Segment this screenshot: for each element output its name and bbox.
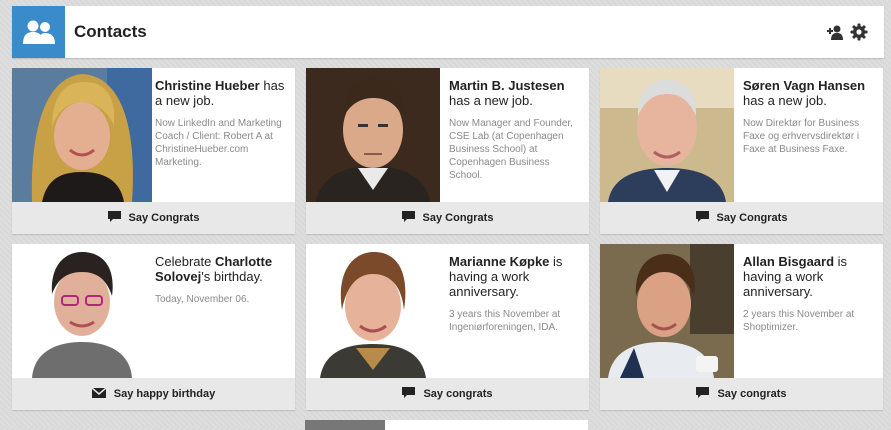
say-congrats-button[interactable]: Say Congrats xyxy=(12,202,295,234)
action-label: Say happy birthday xyxy=(113,388,216,400)
headline-suffix: 's birthday. xyxy=(201,269,263,284)
contact-card: Søren Vagn Hansen has a new job. Now Dir… xyxy=(600,68,883,234)
profile-photo[interactable] xyxy=(600,68,740,202)
card-detail: 2 years this November at Shoptimizer. xyxy=(743,309,855,333)
action-label: Say Congrats xyxy=(716,212,788,224)
add-connection-icon[interactable] xyxy=(827,23,845,41)
contact-card: Marianne Køpke is having a work annivers… xyxy=(306,244,589,410)
contact-name-link[interactable]: Allan Bisgaard xyxy=(743,254,834,269)
profile-photo[interactable] xyxy=(305,420,385,430)
contact-name-link[interactable]: Martin B. Justesen xyxy=(449,78,565,93)
headline-suffix: has a new job. xyxy=(449,93,533,108)
contact-name-link[interactable]: Søren Vagn Hansen xyxy=(743,78,865,93)
headline-prefix: Celebrate xyxy=(155,254,215,269)
card-detail: Now Direktør for Business Faxe og erhver… xyxy=(743,118,860,155)
action-label: Say Congrats xyxy=(422,212,494,224)
action-label: Say congrats xyxy=(423,388,493,400)
profile-photo[interactable] xyxy=(12,244,152,378)
speech-bubble-icon xyxy=(695,210,709,226)
profile-photo[interactable] xyxy=(306,244,446,378)
profile-photo[interactable] xyxy=(600,244,740,378)
contact-card: Allan Bisgaard is having a work annivers… xyxy=(600,244,883,410)
say-congrats-button[interactable]: Say Congrats xyxy=(600,202,883,234)
card-detail: Today, November 06. xyxy=(155,294,250,305)
say-congrats-button[interactable]: Say Congrats xyxy=(306,202,589,234)
profile-photo[interactable] xyxy=(306,68,446,202)
envelope-icon xyxy=(91,386,107,401)
contact-card: Celebrate Charlotte Solovej's birthday. … xyxy=(12,244,295,410)
profile-photo[interactable] xyxy=(12,68,152,202)
page-title: Contacts xyxy=(74,22,147,41)
contact-card: Martin B. Justesen has a new job. Now Ma… xyxy=(306,68,589,234)
contact-card: Christine Hueber has a new job. Now Link… xyxy=(12,68,295,234)
card-detail: 3 years this November at Ingeniørforenin… xyxy=(449,309,561,333)
gear-icon[interactable] xyxy=(850,23,868,41)
card-detail: Now LinkedIn and Marketing Coach / Clien… xyxy=(155,118,282,168)
contact-name-link[interactable]: Marianne Køpke xyxy=(449,254,549,269)
say-congrats-button[interactable]: Say congrats xyxy=(600,378,883,410)
action-label: Say Congrats xyxy=(128,212,200,224)
say-congrats-button[interactable]: Say congrats xyxy=(306,378,589,410)
card-detail: Now Manager and Founder, CSE Lab (at Cop… xyxy=(449,118,573,181)
speech-bubble-icon xyxy=(107,210,121,226)
contacts-header: Contacts xyxy=(12,6,884,58)
say-happy-birthday-button[interactable]: Say happy birthday xyxy=(12,378,295,410)
headline-suffix: has a new job. xyxy=(743,93,827,108)
contact-name-link[interactable]: Christine Hueber xyxy=(155,78,260,93)
speech-bubble-icon xyxy=(402,386,416,402)
speech-bubble-icon xyxy=(401,210,415,226)
speech-bubble-icon xyxy=(696,386,710,402)
action-label: Say congrats xyxy=(717,388,787,400)
contacts-icon[interactable] xyxy=(12,6,65,58)
contact-card-partial xyxy=(305,420,588,430)
